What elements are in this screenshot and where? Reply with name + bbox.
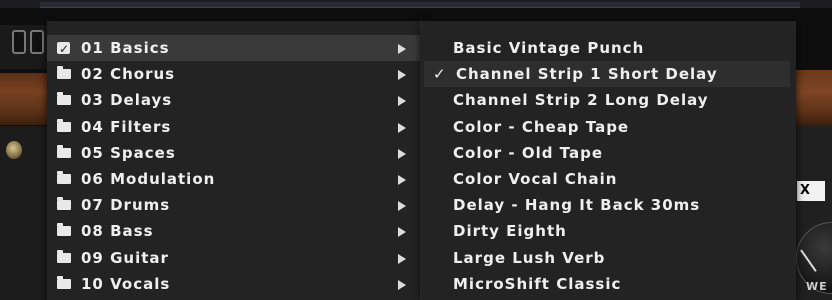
- wood-panel-right: [792, 70, 832, 126]
- preset-menu-item[interactable]: MicroShift Classic: [421, 271, 796, 297]
- category-label: 06 Modulation: [81, 170, 216, 188]
- preset-label: Dirty Eighth: [453, 222, 567, 241]
- preset-menu-item[interactable]: Channel Strip 2 Long Delay: [421, 87, 796, 113]
- toolbar-button[interactable]: [12, 30, 26, 54]
- category-menu-item[interactable]: 02 Chorus: [47, 61, 420, 87]
- category-menu-item[interactable]: 07 Drums: [47, 192, 420, 218]
- preset-label: Large Lush Verb: [453, 248, 606, 267]
- folder-icon: [57, 92, 71, 106]
- preset-menu-item[interactable]: Large Lush Verb: [421, 245, 796, 271]
- preset-label: MicroShift Classic: [453, 274, 622, 293]
- preset-menu-item[interactable]: Color - Cheap Tape: [421, 114, 796, 140]
- submenu-arrow-icon: [398, 148, 406, 159]
- category-label: 04 Filters: [81, 117, 172, 136]
- folder-icon: [57, 197, 71, 211]
- preset-label: Channel Strip 2 Long Delay: [453, 91, 709, 110]
- category-label: 05 Spaces: [81, 143, 176, 162]
- category-menu-item[interactable]: 01 Basics: [47, 35, 420, 62]
- submenu-arrow-icon: [398, 96, 406, 107]
- folder-icon: [57, 144, 71, 158]
- category-label: 09 Guitar: [81, 248, 169, 267]
- category-label: 03 Delays: [81, 91, 173, 110]
- submenu-arrow-icon: [398, 201, 406, 212]
- preset-label: Color Vocal Chain: [453, 170, 618, 188]
- category-menu-item[interactable]: 09 Guitar: [47, 245, 420, 271]
- category-menu-item[interactable]: 08 Bass: [47, 218, 420, 244]
- submenu-arrow-icon: [398, 227, 406, 238]
- preset-menu-item[interactable]: Dirty Eighth: [421, 218, 796, 244]
- knob-icon[interactable]: [6, 141, 22, 159]
- toolbar-button[interactable]: [30, 30, 44, 54]
- preset-menu-item[interactable]: Basic Vintage Punch: [421, 35, 796, 61]
- wood-panel-left: [0, 73, 50, 125]
- submenu-arrow-icon: [398, 70, 406, 81]
- preset-label: Color - Old Tape: [453, 143, 604, 162]
- category-label: 08 Bass: [81, 222, 154, 241]
- preset-category-menu: 01 Basics 02 Chorus 03 Delays 04 Filters 05 …: [47, 21, 421, 300]
- preset-label: Channel Strip 1 Short Delay: [456, 65, 718, 84]
- preset-label: Delay - Hang It Back 30ms: [453, 196, 701, 215]
- submenu-arrow-icon: [398, 279, 406, 290]
- category-menu-item[interactable]: 04 Filters: [47, 114, 420, 140]
- preset-label: Color - Cheap Tape: [453, 117, 630, 136]
- preset-menu-item[interactable]: Color - Old Tape: [421, 140, 796, 166]
- folder-icon: [57, 223, 71, 237]
- submenu-arrow-icon: [398, 253, 406, 264]
- preset-label: Basic Vintage Punch: [453, 39, 645, 57]
- category-label: 01 Basics: [81, 39, 170, 57]
- window-top-bar: [0, 0, 832, 8]
- category-menu-item[interactable]: 03 Delays: [47, 87, 420, 113]
- submenu-arrow-icon: [398, 175, 406, 185]
- knob-label: WE: [806, 280, 828, 293]
- folder-icon: [57, 118, 71, 132]
- checkbox-icon: [57, 36, 70, 62]
- x-toggle-button[interactable]: X: [797, 181, 825, 201]
- checkmark-icon: ✓: [433, 65, 446, 84]
- folder-icon: [57, 171, 71, 184]
- submenu-arrow-icon: [398, 44, 406, 54]
- submenu-arrow-icon: [398, 122, 406, 133]
- folder-icon: [57, 275, 71, 289]
- category-menu-item[interactable]: 06 Modulation: [47, 166, 420, 192]
- preset-menu-item[interactable]: Delay - Hang It Back 30ms: [421, 192, 796, 218]
- category-label: 10 Vocals: [81, 274, 171, 293]
- category-menu-item[interactable]: 10 Vocals: [47, 271, 420, 297]
- preset-menu-item[interactable]: Color Vocal Chain: [421, 166, 796, 192]
- folder-icon: [57, 66, 71, 80]
- category-label: 07 Drums: [81, 196, 171, 215]
- preset-menu-item[interactable]: ✓ Channel Strip 1 Short Delay: [424, 61, 790, 88]
- category-label: 02 Chorus: [81, 65, 176, 84]
- folder-icon: [57, 249, 71, 263]
- category-menu-item[interactable]: 05 Spaces: [47, 140, 420, 166]
- preset-list-menu: Basic Vintage Punch ✓ Channel Strip 1 Shor…: [421, 21, 796, 300]
